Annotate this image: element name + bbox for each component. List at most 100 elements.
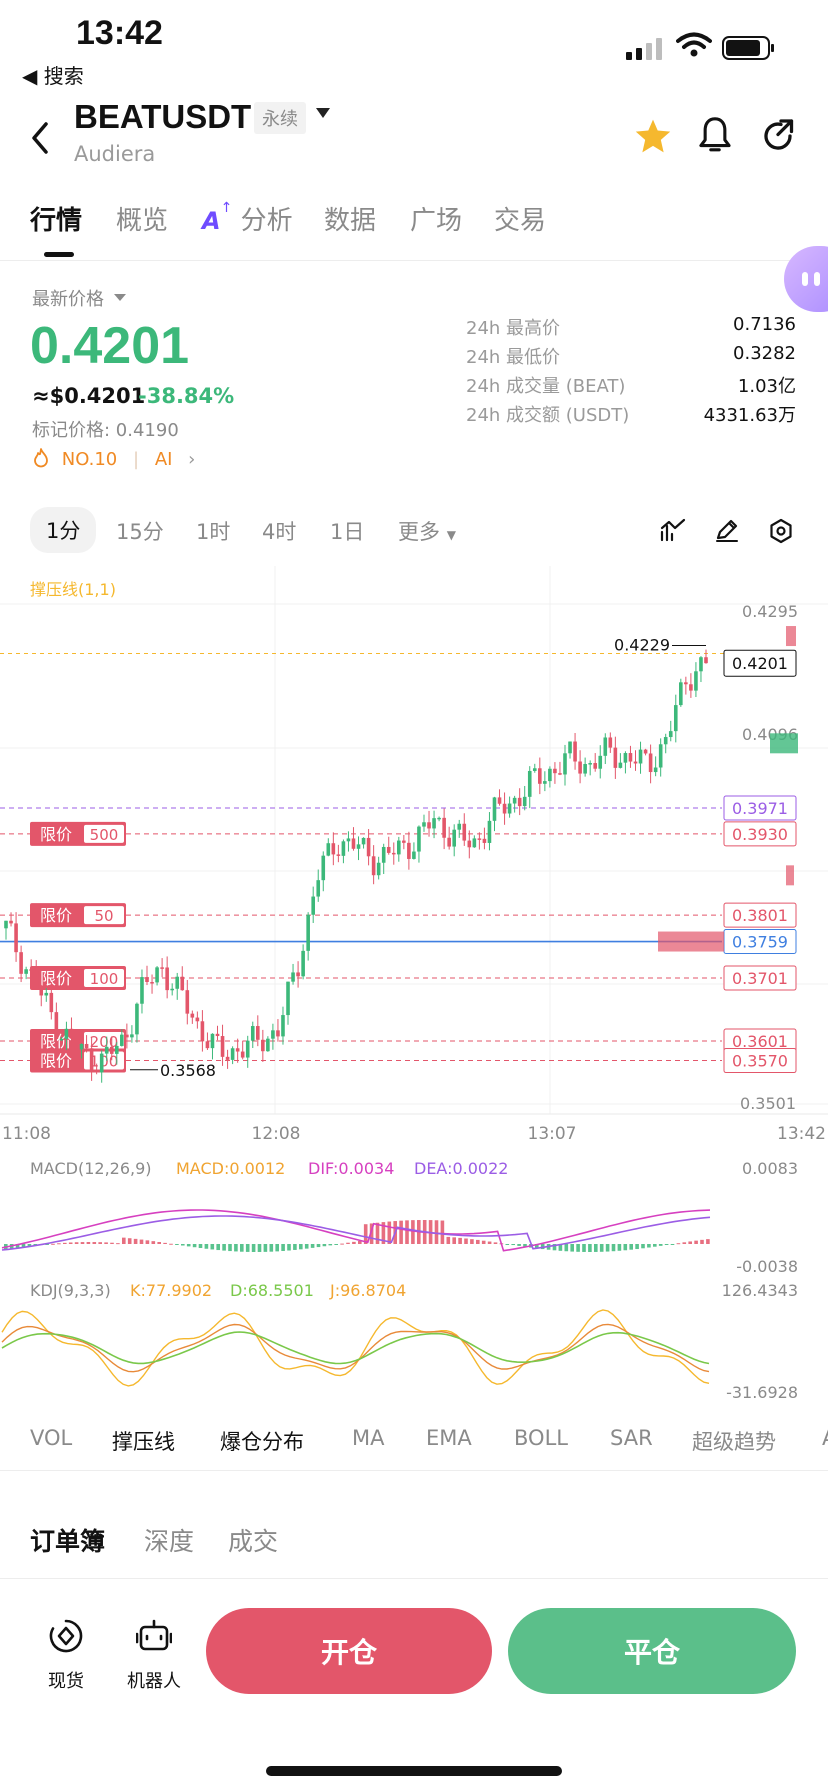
candle-body bbox=[522, 796, 527, 807]
candle-body bbox=[175, 976, 180, 989]
macd-histogram-bar bbox=[594, 1244, 598, 1252]
kdj-top-label: 126.4343 bbox=[722, 1281, 798, 1300]
candle-body bbox=[19, 952, 23, 974]
macd-histogram-bar bbox=[122, 1237, 126, 1244]
settings-icon[interactable] bbox=[768, 518, 794, 544]
candle-body bbox=[140, 977, 144, 1004]
timeframe-1m[interactable]: 1分 bbox=[30, 507, 97, 553]
macd-histogram-bar bbox=[57, 1243, 61, 1245]
candle-body bbox=[286, 981, 290, 1016]
back-arrow-icon[interactable] bbox=[26, 118, 56, 158]
draw-pencil-icon[interactable] bbox=[714, 518, 740, 542]
candle-body bbox=[618, 762, 623, 768]
bot-button[interactable]: 机器人 bbox=[114, 1618, 194, 1693]
open-position-button[interactable]: 开仓 bbox=[206, 1608, 492, 1694]
indicator-tab-sar[interactable]: SAR bbox=[610, 1426, 653, 1450]
candle-body bbox=[427, 822, 431, 829]
tab-trade[interactable]: 交易 bbox=[494, 200, 546, 237]
low-marker-label: 0.3568 bbox=[160, 1061, 216, 1080]
assistant-bubble-icon[interactable] bbox=[784, 246, 828, 312]
macd-histogram-bar bbox=[434, 1220, 439, 1244]
indicator-tab-ema[interactable]: EMA bbox=[426, 1426, 472, 1450]
indicator-tab-ma[interactable]: MA bbox=[352, 1426, 384, 1450]
candle-body bbox=[266, 1038, 270, 1052]
tab-analysis[interactable]: A↑ 分析 bbox=[202, 200, 293, 237]
battery-icon bbox=[722, 36, 774, 60]
macd-histogram-bar bbox=[80, 1242, 85, 1244]
home-indicator bbox=[266, 1766, 562, 1776]
latest-price-dropdown-icon[interactable] bbox=[114, 294, 126, 301]
spot-button[interactable]: 现货 bbox=[26, 1618, 106, 1693]
indicator-tab-support-resistance[interactable]: 撑压线 bbox=[112, 1426, 175, 1456]
share-icon[interactable] bbox=[760, 118, 796, 154]
divider bbox=[0, 260, 828, 261]
candle-body bbox=[160, 967, 164, 969]
tab-data[interactable]: 数据 bbox=[324, 200, 376, 237]
candle-body bbox=[467, 840, 472, 848]
macd-histogram-bar bbox=[511, 1244, 515, 1246]
indicator-icon[interactable] bbox=[660, 518, 686, 542]
macd-histogram-bar bbox=[234, 1244, 238, 1252]
candle-body bbox=[573, 741, 577, 762]
macd-histogram-bar bbox=[670, 1244, 675, 1245]
tab-square[interactable]: 广场 bbox=[410, 200, 462, 237]
timeframe-1d[interactable]: 1日 bbox=[330, 516, 364, 546]
candle-body bbox=[240, 1051, 245, 1058]
candle-body bbox=[648, 753, 653, 773]
bell-icon[interactable] bbox=[698, 116, 732, 154]
tab-orderbook[interactable]: 订单簿 bbox=[30, 1522, 105, 1558]
candle-body bbox=[220, 1036, 225, 1057]
candle-body bbox=[673, 705, 678, 732]
candle-body bbox=[155, 967, 159, 983]
indicator-tab-liquidation[interactable]: 爆仓分布 bbox=[220, 1426, 304, 1456]
x-tick-label: 13:42 bbox=[777, 1124, 826, 1144]
flame-icon bbox=[34, 448, 48, 468]
candle-body bbox=[653, 767, 658, 773]
close-position-button[interactable]: 平仓 bbox=[508, 1608, 796, 1694]
tab-overview[interactable]: 概览 bbox=[116, 200, 168, 237]
candle-body bbox=[341, 841, 346, 856]
candle-body bbox=[386, 846, 391, 853]
candle-body bbox=[69, 1028, 74, 1039]
candle-body bbox=[391, 852, 396, 855]
timeframe-15m[interactable]: 15分 bbox=[116, 516, 164, 546]
tab-trades[interactable]: 成交 bbox=[228, 1522, 278, 1558]
macd-histogram-bar bbox=[163, 1242, 167, 1244]
macd-histogram-bar bbox=[68, 1242, 73, 1244]
tab-analysis-label: 分析 bbox=[240, 206, 293, 236]
hot-rank-row[interactable]: NO.10 | AI › bbox=[32, 448, 195, 470]
macd-histogram-bar bbox=[304, 1244, 309, 1249]
contract-type-tag: 永续 bbox=[254, 102, 306, 134]
pair-dropdown-icon[interactable] bbox=[316, 108, 330, 118]
back-to-search-link[interactable]: ◀ 搜索 bbox=[22, 60, 84, 89]
timeframe-1h[interactable]: 1时 bbox=[196, 516, 230, 546]
divider bbox=[0, 1470, 828, 1471]
candle-body bbox=[54, 1012, 59, 1040]
macd-histogram-bar bbox=[169, 1243, 173, 1245]
indicator-tab-supertrend[interactable]: 超级趋势 bbox=[692, 1426, 776, 1456]
price-chart[interactable]: 撑压线(1,1)0.42950.40960.35010.39710.39300.… bbox=[0, 566, 828, 1414]
indicator-tab-boll[interactable]: BOLL bbox=[514, 1426, 568, 1450]
macd-histogram-bar bbox=[647, 1244, 651, 1248]
favorite-star-icon[interactable] bbox=[634, 118, 672, 154]
status-time: 13:42 bbox=[76, 14, 163, 52]
tab-depth[interactable]: 深度 bbox=[144, 1522, 194, 1558]
spot-label: 现货 bbox=[48, 1671, 84, 1692]
macd-histogram-bar bbox=[340, 1243, 344, 1245]
limit-order-label: 限价 bbox=[40, 906, 72, 925]
candle-body bbox=[628, 753, 633, 762]
timeframe-more[interactable]: 更多 ▼ bbox=[398, 516, 456, 546]
indicator-tab-overflow[interactable]: A bbox=[822, 1426, 828, 1450]
macd-histogram-bar bbox=[476, 1239, 480, 1244]
candle-body bbox=[104, 1046, 109, 1054]
tab-market[interactable]: 行情 bbox=[30, 200, 82, 237]
macd-histogram-bar bbox=[157, 1241, 161, 1244]
high-marker-label: 0.4229 bbox=[614, 636, 670, 655]
pair-title[interactable]: BEATUSDT bbox=[74, 98, 251, 136]
indicator-tab-vol[interactable]: VOL bbox=[30, 1426, 72, 1450]
candle-body bbox=[79, 1043, 84, 1050]
macd-histogram-bar bbox=[287, 1244, 291, 1251]
timeframe-4h[interactable]: 4时 bbox=[262, 516, 296, 546]
latest-price-label[interactable]: 最新价格 bbox=[32, 285, 104, 311]
macd-histogram-bar bbox=[570, 1244, 574, 1252]
